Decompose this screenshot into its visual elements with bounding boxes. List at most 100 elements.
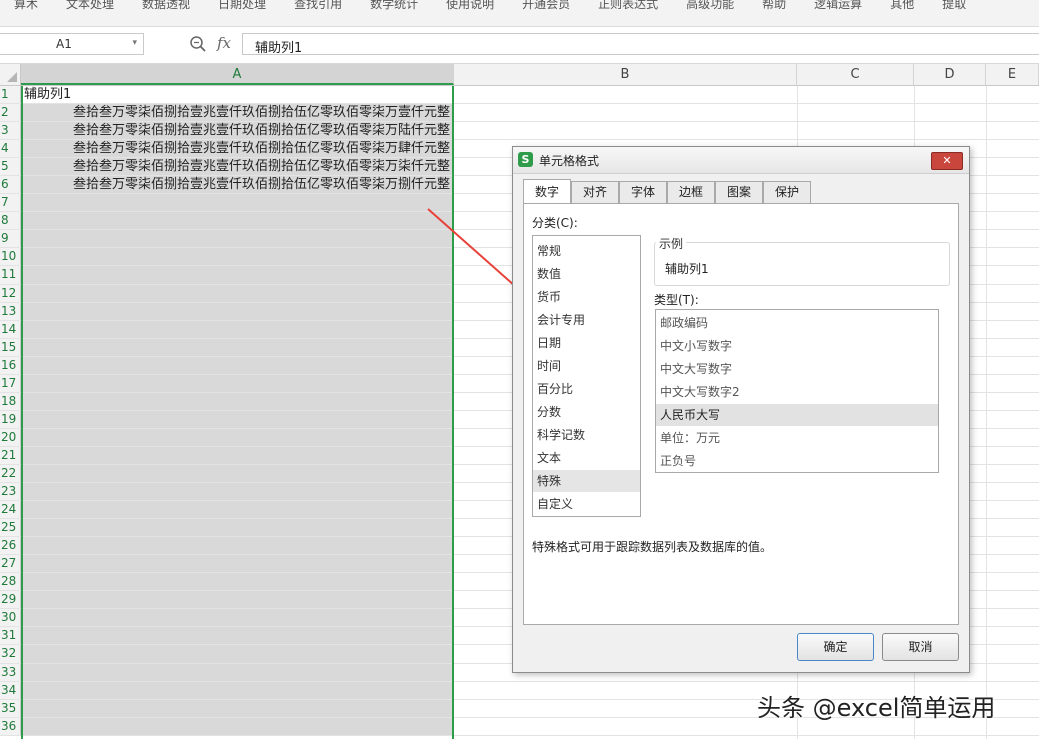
cell-a[interactable]: [21, 717, 454, 735]
cell-a[interactable]: [21, 537, 454, 555]
ribbon-item[interactable]: 高级功能: [672, 0, 748, 10]
ribbon-item[interactable]: 使用说明: [432, 0, 508, 10]
row-header[interactable]: 16: [0, 356, 21, 374]
fx-icon[interactable]: fx: [217, 34, 231, 52]
tab-pattern[interactable]: 图案: [715, 181, 763, 203]
column-header-a[interactable]: A: [21, 64, 454, 85]
row-header[interactable]: 12: [0, 284, 21, 302]
cell-a[interactable]: [21, 573, 454, 591]
row-header[interactable]: 17: [0, 374, 21, 392]
row-header[interactable]: 11: [0, 266, 21, 284]
cell-a[interactable]: [21, 320, 454, 338]
category-item[interactable]: 科学记数: [533, 424, 640, 446]
cell-a[interactable]: [21, 663, 454, 681]
ribbon-item[interactable]: 开通会员: [508, 0, 584, 10]
ribbon-item[interactable]: 正则表达式: [584, 0, 672, 10]
cell-a[interactable]: [21, 194, 454, 212]
row-header[interactable]: 15: [0, 338, 21, 356]
ribbon-item[interactable]: 数学统计: [356, 0, 432, 10]
zoom-icon[interactable]: [189, 35, 207, 53]
tab-font[interactable]: 字体: [619, 181, 667, 203]
cell-a[interactable]: [21, 248, 454, 266]
cell-a[interactable]: [21, 519, 454, 537]
ribbon-item[interactable]: 日期处理: [204, 0, 280, 10]
type-item[interactable]: 中文大写数字2: [656, 381, 938, 403]
cell-a[interactable]: [21, 356, 454, 374]
row-header[interactable]: 20: [0, 428, 21, 446]
row-header[interactable]: 28: [0, 573, 21, 591]
tab-alignment[interactable]: 对齐: [571, 181, 619, 203]
column-header-e[interactable]: E: [986, 64, 1039, 85]
row-header[interactable]: 10: [0, 248, 21, 266]
cell-a[interactable]: [21, 230, 454, 248]
close-icon[interactable]: ✕: [931, 152, 963, 170]
type-item[interactable]: 单位：万元: [656, 427, 938, 449]
row-header[interactable]: 14: [0, 320, 21, 338]
category-item[interactable]: 货币: [533, 286, 640, 308]
cell-a[interactable]: [21, 555, 454, 573]
type-list[interactable]: 邮政编码 中文小写数字 中文大写数字 中文大写数字2 人民币大写 单位：万元 正负号: [655, 309, 939, 473]
category-item[interactable]: 特殊: [533, 470, 640, 492]
row-header[interactable]: 24: [0, 501, 21, 519]
select-all-corner[interactable]: [0, 64, 21, 85]
row-header[interactable]: 6: [0, 176, 21, 194]
column-header-d[interactable]: D: [914, 64, 986, 85]
cell-a[interactable]: [21, 446, 454, 464]
cell-a[interactable]: [21, 464, 454, 483]
cancel-button[interactable]: 取消: [882, 633, 959, 661]
ribbon-item[interactable]: 数据透视: [128, 0, 204, 10]
chevron-down-icon[interactable]: ▾: [132, 38, 137, 48]
cell-a[interactable]: 叁拾叁万零柒佰捌拾壹兆壹仟玖佰捌拾伍亿零玖佰零柒万肆仟元整: [21, 140, 454, 158]
row-header[interactable]: 21: [0, 446, 21, 464]
row-header[interactable]: 18: [0, 392, 21, 410]
row-header[interactable]: 33: [0, 663, 21, 681]
cell-a[interactable]: [21, 212, 454, 230]
row-header[interactable]: 31: [0, 627, 21, 645]
row-header[interactable]: 26: [0, 537, 21, 555]
column-header-c[interactable]: C: [797, 64, 914, 85]
cell-a[interactable]: 辅助列1: [21, 86, 454, 104]
category-item[interactable]: 百分比: [533, 378, 640, 400]
row-header[interactable]: 25: [0, 519, 21, 537]
column-header-b[interactable]: B: [454, 64, 797, 85]
tab-border[interactable]: 边框: [667, 181, 715, 203]
category-item[interactable]: 文本: [533, 447, 640, 469]
ribbon-item[interactable]: 算术: [0, 0, 52, 10]
ribbon-item[interactable]: 查找引用: [280, 0, 356, 10]
row-header[interactable]: 7: [0, 194, 21, 212]
cell-a[interactable]: [21, 501, 454, 519]
category-item[interactable]: 分数: [533, 401, 640, 423]
row-header[interactable]: 4: [0, 140, 21, 158]
row-header[interactable]: 34: [0, 681, 21, 699]
cell-a[interactable]: 叁拾叁万零柒佰捌拾壹兆壹仟玖佰捌拾伍亿零玖佰零柒万捌仟元整: [21, 176, 454, 194]
row-header[interactable]: 27: [0, 555, 21, 573]
cell-a[interactable]: [21, 681, 454, 699]
category-item[interactable]: 自定义: [533, 493, 640, 515]
cell-a[interactable]: [21, 428, 454, 446]
row-header[interactable]: 35: [0, 699, 21, 717]
dialog-titlebar[interactable]: S 单元格格式 ✕: [513, 147, 969, 174]
row-header[interactable]: 8: [0, 212, 21, 230]
cell-a[interactable]: 叁拾叁万零柒佰捌拾壹兆壹仟玖佰捌拾伍亿零玖佰零柒万壹仟元整: [21, 104, 454, 122]
formula-input[interactable]: 辅助列1: [242, 33, 1039, 56]
cell-a[interactable]: [21, 591, 454, 609]
cell-a[interactable]: [21, 699, 454, 717]
cell-a[interactable]: [21, 483, 454, 501]
row-header[interactable]: 3: [0, 122, 21, 140]
category-list[interactable]: 常规 数值 货币 会计专用 日期 时间 百分比 分数 科学记数 文本 特殊 自定义: [532, 235, 641, 517]
ribbon-item[interactable]: 提取: [928, 0, 980, 10]
ok-button[interactable]: 确定: [797, 633, 874, 661]
cell-a[interactable]: [21, 302, 454, 320]
type-item[interactable]: 中文小写数字: [656, 335, 938, 357]
cell-a[interactable]: [21, 627, 454, 645]
row-header[interactable]: 29: [0, 591, 21, 609]
ribbon-item[interactable]: 帮助: [748, 0, 800, 10]
type-item[interactable]: 邮政编码: [656, 312, 938, 334]
cell-a[interactable]: [21, 410, 454, 428]
tab-number[interactable]: 数字: [523, 179, 571, 203]
category-item[interactable]: 时间: [533, 355, 640, 377]
row-header[interactable]: 23: [0, 483, 21, 501]
row-header[interactable]: 2: [0, 104, 21, 122]
ribbon-item[interactable]: 文本处理: [52, 0, 128, 10]
row-header[interactable]: 32: [0, 645, 21, 663]
